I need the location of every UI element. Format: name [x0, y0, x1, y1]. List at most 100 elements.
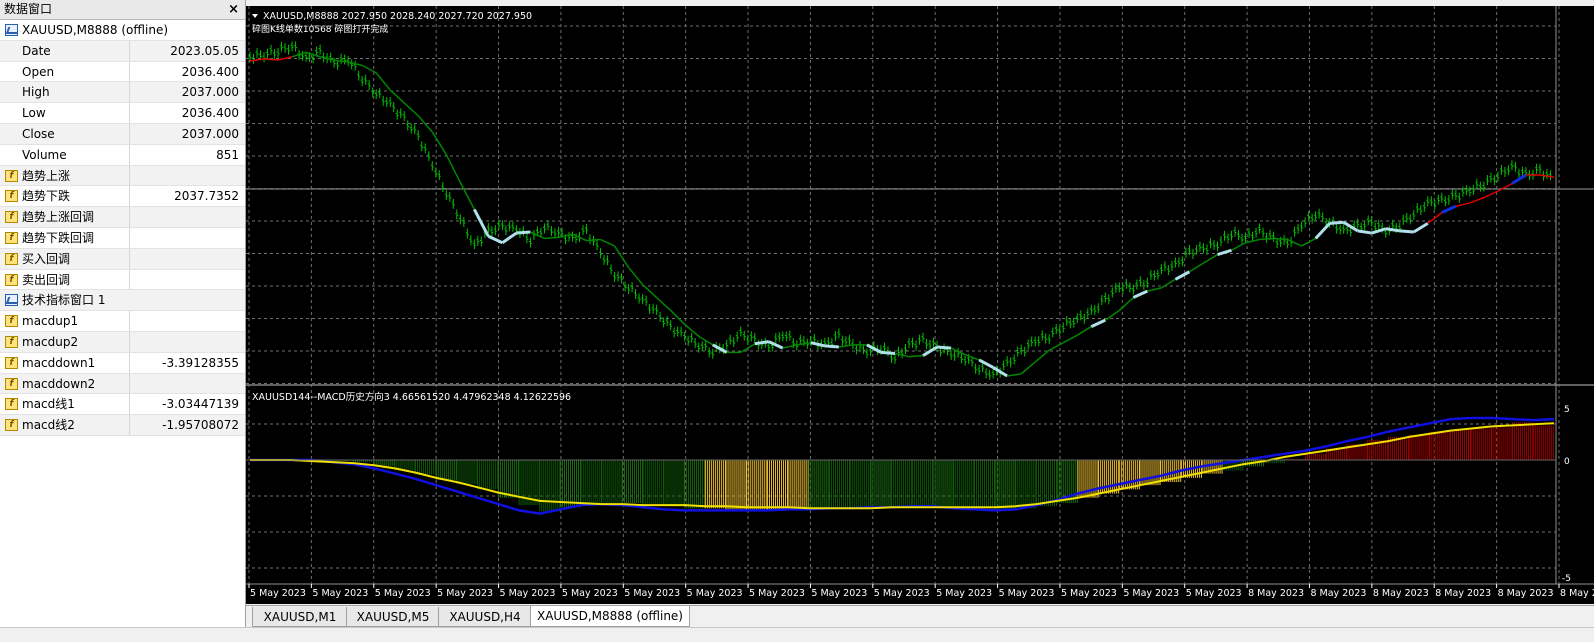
data-window-field-name: High: [0, 82, 130, 103]
macd-axis-tick-top: 5: [1564, 405, 1570, 415]
data-window-field-name: Date: [0, 40, 130, 61]
data-window-field-value: 2037.000: [181, 85, 239, 100]
data-window-field-label: Volume: [22, 147, 67, 162]
trend-line-segment: [516, 230, 531, 235]
trend-line-segment: [754, 340, 770, 346]
indicator-icon: f: [5, 398, 18, 411]
trend-line-segment: [1399, 229, 1414, 234]
data-window-row: f 趋势上涨回调: [0, 207, 245, 228]
data-window-title: 数据窗口: [4, 2, 53, 16]
indicator-icon: f: [5, 356, 18, 369]
data-window-field-name: f macd线2: [0, 415, 130, 435]
data-window-field-name: f macd线1: [0, 394, 130, 415]
indicator-icon: f: [5, 377, 18, 390]
data-window-titlebar[interactable]: 数据窗口 ×: [0, 0, 245, 20]
data-window-field-value: -1.95708072: [162, 418, 239, 433]
time-axis-label: 5 May 2023: [936, 588, 992, 599]
indicator-icon: f: [5, 169, 18, 182]
data-window-field-label: 趋势上涨回调: [22, 210, 95, 225]
trend-line-segment: [1329, 220, 1344, 225]
data-window-field-name: f macddown1: [0, 352, 130, 373]
main-chart-header: XAUUSD,M8888 2027.950 2028.240 2027.720 …: [263, 11, 532, 22]
indicator-icon: f: [5, 231, 18, 244]
data-window-field-label: 趋势下跌: [22, 189, 71, 204]
tab-xauusd-m1[interactable]: XAUUSD,M1: [252, 607, 348, 627]
data-window-field-name: f macdup2: [0, 331, 130, 352]
trend-line-segment: [1357, 229, 1372, 235]
data-window-field-name: f macdup1: [0, 311, 130, 331]
data-window-field-name: f 趋势上涨: [0, 165, 130, 186]
data-window-field-label: 趋势上涨: [22, 168, 71, 183]
data-window-row: f macdup2: [0, 331, 245, 353]
data-window-field-name: f macddown2: [0, 373, 130, 394]
data-window-field-value: [130, 332, 245, 352]
time-axis-label: 8 May 2023: [1310, 588, 1366, 599]
indicator-icon: f: [5, 190, 18, 203]
indicator-icon: f: [5, 315, 18, 328]
data-window-field-value: [130, 374, 245, 394]
data-window-field-label: Date: [22, 43, 51, 58]
data-window-field-value: 2036.400: [181, 64, 239, 79]
indicator-icon: f: [5, 335, 18, 348]
time-axis-label: 5 May 2023: [375, 588, 431, 599]
data-window-field-label: 趋势下跌回调: [22, 230, 95, 245]
data-window-field-value: -3.39128355: [162, 355, 239, 370]
status-strip: [0, 627, 1594, 642]
data-window-field-value: [130, 166, 245, 186]
data-window-row: f macd线1 -3.03447139: [0, 394, 245, 416]
data-window-group-row: XAUUSD,M8888 (offline): [0, 20, 245, 41]
data-window-row: f 趋势下跌 2037.7352: [0, 186, 245, 208]
data-window-field-name: Low: [0, 103, 130, 123]
chart-canvas[interactable]: 5 May 2023 5 May 2023 5 May 2023 5 May 2023…: [246, 6, 1594, 604]
data-window-row: f macddown2: [0, 373, 245, 395]
indicator-icon: f: [5, 273, 18, 286]
data-window-field-value: [130, 249, 245, 269]
data-window-field-name: f 趋势下跌: [0, 186, 130, 207]
trend-line-segment: [824, 344, 840, 349]
data-window-field-label: macddown1: [22, 355, 96, 370]
time-axis-label: 5 May 2023: [437, 588, 493, 599]
data-window-field-value: 851: [216, 147, 239, 162]
tab-xauusd-m8888-offline[interactable]: XAUUSD,M8888 (offline): [530, 606, 690, 627]
time-axis-label: 5 May 2023: [811, 588, 867, 599]
chart-area[interactable]: 5 May 2023 5 May 2023 5 May 2023 5 May 2023…: [246, 6, 1594, 604]
data-window-row: f 趋势上涨: [0, 165, 245, 187]
time-axis-label: 5 May 2023: [250, 588, 306, 599]
data-window-row: Date 2023.05.05: [0, 40, 245, 62]
data-window-row: Open 2036.400: [0, 61, 245, 83]
time-axis-label: 5 May 2023: [687, 588, 743, 599]
time-axis-label: 5 May 2023: [500, 588, 556, 599]
chart-background: [246, 6, 1594, 604]
tab-xauusd-h4[interactable]: XAUUSD,H4: [438, 607, 532, 627]
data-window-field-label: macd线2: [22, 418, 75, 433]
data-window-field-label: macddown2: [22, 376, 96, 391]
data-window-field-name: Close: [0, 123, 130, 144]
data-window-field-value: [130, 228, 245, 248]
data-window-field-name: 技术指标窗口 1: [0, 290, 240, 310]
data-window-field-name: f 买入回调: [0, 248, 130, 269]
data-window-field-name: XAUUSD,M8888 (offline): [0, 20, 240, 40]
tab-xauusd-m5[interactable]: XAUUSD,M5: [346, 607, 440, 627]
data-window-field-value: [130, 270, 245, 290]
chart-icon: [5, 24, 18, 36]
main-chart-subheader: 碎图K线单数10568 碎图打开完成: [252, 23, 388, 35]
trend-line-segment: [880, 350, 896, 355]
data-window-field-value: 2037.000: [181, 126, 239, 141]
data-window-row: Volume 851: [0, 144, 245, 166]
data-window-field-label: 卖出回调: [22, 272, 71, 287]
close-icon[interactable]: ×: [228, 0, 239, 19]
time-axis-label: 5 May 2023: [562, 588, 618, 599]
macd-panel-header: XAUUSD144--MACD历史方向3 4.66561520 4.479623…: [252, 391, 571, 403]
trend-line-segment: [936, 345, 952, 350]
data-window-field-name: f 卖出回调: [0, 269, 130, 290]
chart-icon: [5, 294, 18, 307]
data-window-field-value: 2036.400: [181, 106, 239, 121]
data-window-field-label: 技术指标窗口 1: [22, 293, 106, 308]
data-window-field-value: [130, 207, 245, 227]
indicator-icon: f: [5, 419, 18, 432]
macd-axis-tick-zero: 0: [1564, 457, 1570, 467]
data-window-field-name: Open: [0, 61, 130, 82]
time-axis-label: 5 May 2023: [1123, 588, 1179, 599]
data-window-row: f macddown1 -3.39128355: [0, 352, 245, 374]
time-axis-label: 5 May 2023: [874, 588, 930, 599]
